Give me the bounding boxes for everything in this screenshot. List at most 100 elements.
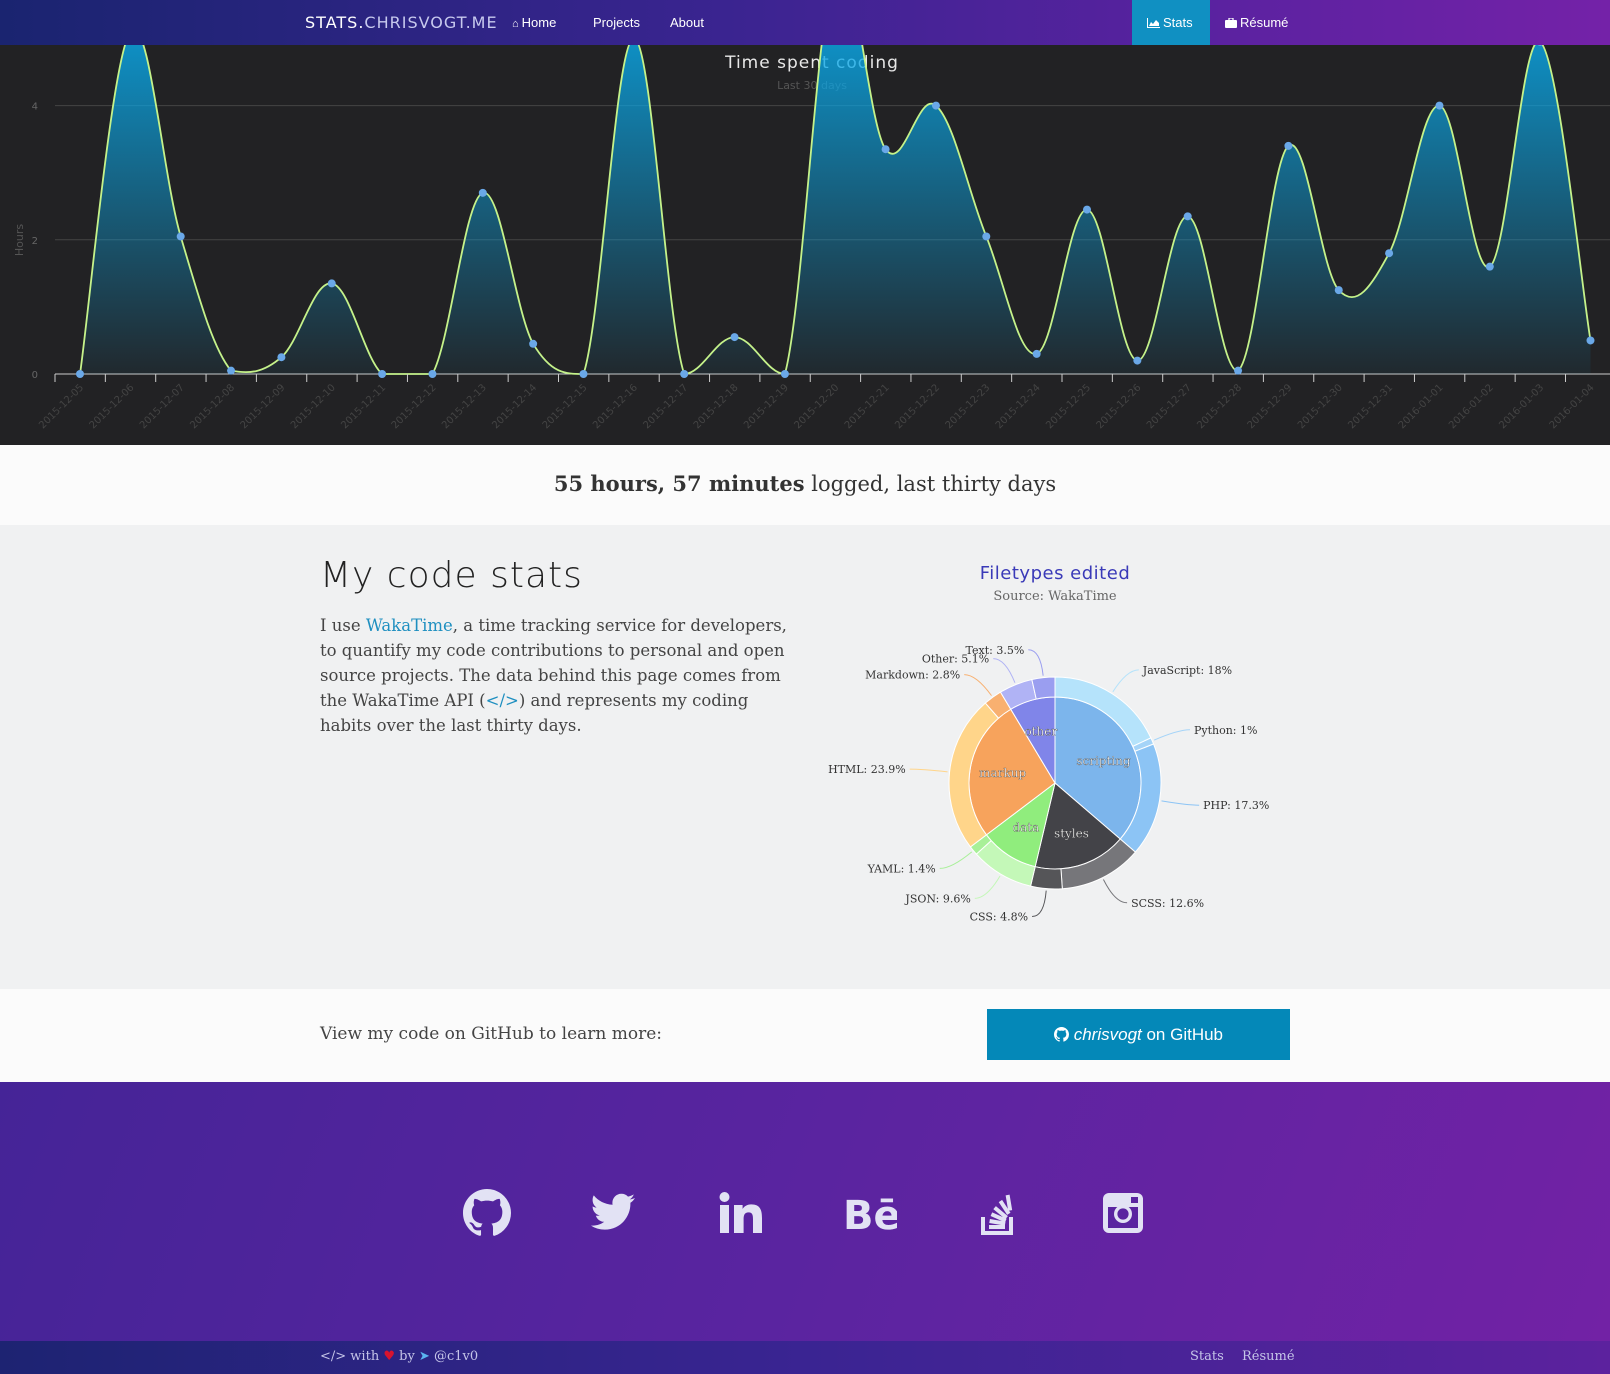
x-tick-label: 2015-12-27 bbox=[1145, 382, 1194, 431]
x-tick-label: 2015-12-13 bbox=[440, 382, 489, 431]
x-tick-label: 2015-12-22 bbox=[893, 382, 942, 431]
connector-line bbox=[909, 768, 948, 773]
inner-slice-label: other bbox=[1024, 725, 1057, 739]
time-chart-panel: Time spent coding Last 30 days Hours 024… bbox=[0, 45, 1610, 445]
time-chart: Time spent coding Last 30 days Hours 024… bbox=[13, 45, 1610, 431]
data-point[interactable] bbox=[1234, 366, 1243, 375]
data-point[interactable] bbox=[881, 145, 890, 154]
nav-home[interactable]: ⌂ Home bbox=[512, 15, 556, 30]
data-point[interactable] bbox=[327, 279, 336, 288]
data-point[interactable] bbox=[1385, 249, 1394, 258]
data-point[interactable] bbox=[1183, 212, 1192, 221]
data-point[interactable] bbox=[1435, 101, 1444, 110]
data-point[interactable] bbox=[76, 370, 84, 378]
x-tick-label: 2015-12-17 bbox=[641, 382, 690, 431]
nav-resume[interactable]: Résumé bbox=[1225, 15, 1288, 30]
connector-line bbox=[1153, 729, 1190, 741]
data-point[interactable] bbox=[1032, 349, 1041, 358]
data-point[interactable] bbox=[680, 370, 689, 378]
footer-by: by bbox=[394, 1349, 419, 1364]
github-icon bbox=[1053, 1027, 1069, 1042]
outer-slice-label: YAML: 1.4% bbox=[867, 862, 936, 875]
nav-projects[interactable]: Projects bbox=[593, 15, 640, 30]
footer: </> with ♥ by ➤ @c1v0 Stats Résumé bbox=[0, 1341, 1610, 1374]
data-point[interactable] bbox=[529, 339, 538, 348]
behance-icon[interactable]: Bē bbox=[843, 1189, 901, 1239]
connector-line bbox=[939, 851, 973, 869]
data-point[interactable] bbox=[1485, 262, 1494, 271]
data-point[interactable] bbox=[931, 101, 940, 110]
data-point[interactable] bbox=[378, 370, 387, 378]
inner-slice-label: data bbox=[1012, 821, 1039, 835]
data-point[interactable] bbox=[428, 370, 437, 378]
data-point[interactable] bbox=[227, 366, 236, 375]
brand-logo[interactable]: STATS.CHRISVOGT.ME bbox=[305, 13, 498, 32]
connector-line bbox=[964, 674, 992, 696]
outer-slice-label: Text: 3.5% bbox=[966, 644, 1025, 657]
x-tick-label: 2015-12-07 bbox=[138, 382, 187, 431]
data-point[interactable] bbox=[478, 188, 487, 197]
data-point[interactable] bbox=[1334, 286, 1343, 295]
connector-line bbox=[1112, 669, 1139, 693]
data-point[interactable] bbox=[1284, 141, 1293, 150]
github-button[interactable]: chrisvogt on GitHub bbox=[987, 1009, 1290, 1060]
nav-stats-label: Stats bbox=[1163, 15, 1193, 30]
connector-line bbox=[1161, 800, 1200, 806]
instagram-icon[interactable] bbox=[1099, 1189, 1147, 1237]
data-point[interactable] bbox=[176, 232, 185, 241]
github-username: chrisvogt bbox=[1073, 1025, 1142, 1044]
pie-slice-css[interactable] bbox=[1029, 866, 1063, 890]
data-point[interactable] bbox=[780, 370, 789, 378]
x-tick-label: 2015-12-12 bbox=[390, 382, 439, 431]
stackoverflow-icon[interactable] bbox=[975, 1189, 1023, 1237]
filetypes-pie-chart: scripting styles data markup other JavaScript… bbox=[828, 644, 1269, 924]
data-point[interactable] bbox=[277, 353, 286, 362]
x-tick-label: 2015-12-18 bbox=[692, 382, 741, 431]
code-icon: </> bbox=[320, 1349, 347, 1364]
nav-stats[interactable]: Stats bbox=[1147, 15, 1193, 30]
x-tick-label: 2015-12-06 bbox=[88, 382, 137, 431]
data-point[interactable] bbox=[982, 232, 991, 241]
data-point[interactable] bbox=[1586, 336, 1595, 345]
nav-home-label: Home bbox=[521, 15, 557, 30]
x-tick-label: 2016-01-02 bbox=[1447, 382, 1496, 431]
cta-text: View my code on GitHub to learn more: bbox=[320, 1024, 663, 1044]
x-tick-label: 2015-12-21 bbox=[843, 382, 892, 431]
y-tick-label: 2 bbox=[32, 236, 38, 247]
x-tick-label: 2015-12-26 bbox=[1095, 382, 1144, 431]
area-fill bbox=[80, 45, 1591, 374]
twitter-small-icon: ➤ bbox=[418, 1349, 430, 1364]
data-point[interactable] bbox=[579, 370, 588, 378]
svg-text:Bē: Bē bbox=[843, 1193, 897, 1237]
x-tick-label: 2015-12-16 bbox=[591, 382, 640, 431]
x-tick-label: 2015-12-10 bbox=[289, 382, 338, 431]
x-tick-label: 2015-12-28 bbox=[1195, 382, 1244, 431]
nav-about[interactable]: About bbox=[670, 15, 704, 30]
x-tick-label: 2015-12-23 bbox=[944, 382, 993, 431]
twitter-icon[interactable] bbox=[589, 1189, 637, 1237]
x-tick-label: 2015-12-19 bbox=[742, 382, 791, 431]
data-point[interactable] bbox=[1133, 356, 1142, 365]
data-point[interactable] bbox=[730, 333, 739, 342]
data-point[interactable] bbox=[1083, 205, 1091, 214]
nav-projects-label: Projects bbox=[593, 15, 640, 30]
footer-resume-link[interactable]: Résumé bbox=[1242, 1349, 1295, 1364]
github-icon[interactable] bbox=[463, 1189, 511, 1237]
pie-slice-text[interactable] bbox=[1031, 676, 1056, 700]
code-stats-section: My code stats I use WakaTime, a time tra… bbox=[0, 525, 1610, 989]
outer-slice-label: HTML: 23.9% bbox=[828, 763, 906, 776]
outer-slice-label: CSS: 4.8% bbox=[970, 911, 1028, 924]
x-tick-label: 2016-01-04 bbox=[1548, 382, 1597, 431]
footer-handle[interactable]: @c1v0 bbox=[434, 1349, 478, 1364]
inner-slice-label: markup bbox=[979, 766, 1026, 780]
footer-stats-link[interactable]: Stats bbox=[1190, 1349, 1224, 1364]
heart-icon: ♥ bbox=[383, 1349, 395, 1364]
x-tick-label: 2015-12-05 bbox=[37, 382, 86, 431]
x-tick-label: 2016-01-03 bbox=[1497, 382, 1546, 431]
connector-line bbox=[1028, 649, 1044, 676]
outer-slice-label: PHP: 17.3% bbox=[1203, 799, 1269, 812]
linkedin-icon[interactable] bbox=[716, 1189, 764, 1237]
x-tick-label: 2015-12-29 bbox=[1246, 382, 1295, 431]
summary-banner: 55 hours, 57 minutes logged, last thirty… bbox=[0, 445, 1610, 525]
x-tick-label: 2015-12-15 bbox=[541, 382, 590, 431]
